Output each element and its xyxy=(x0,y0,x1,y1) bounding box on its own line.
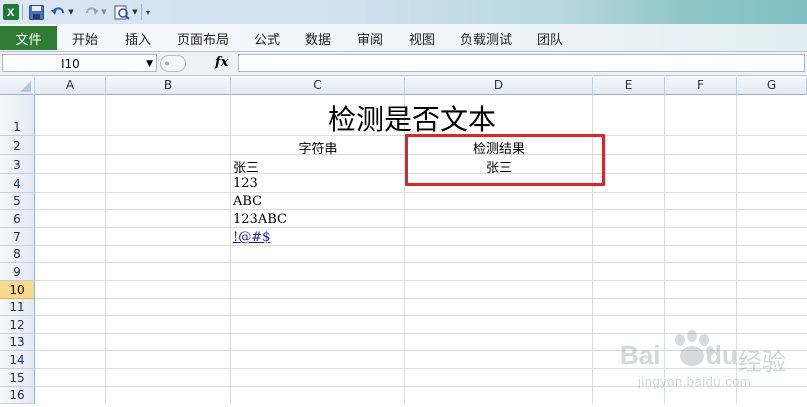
ribbon-tab-bar: 文件 开始 插入 页面布局 公式 数据 审阅 视图 负载测试 团队 xyxy=(0,24,807,52)
redo-icon[interactable] xyxy=(83,4,99,20)
tab-load-test[interactable]: 负载测试 xyxy=(460,29,512,48)
quick-access-toolbar: X ▼ ▼ ▼ ▾ xyxy=(0,0,807,24)
column-header-c[interactable]: C xyxy=(231,77,405,95)
name-box[interactable]: I10 ▼ xyxy=(2,54,157,72)
row-header-8[interactable]: 8 xyxy=(0,246,35,263)
save-icon[interactable] xyxy=(28,4,44,20)
formula-bar: I10 ▼ fx xyxy=(0,52,807,76)
row-header-5[interactable]: 5 xyxy=(0,193,35,210)
cell-c4[interactable]: 123 xyxy=(233,176,258,191)
column-header-g[interactable]: G xyxy=(737,77,807,95)
column-header-b[interactable]: B xyxy=(106,77,231,95)
row-header-13[interactable]: 13 xyxy=(0,334,35,351)
tab-home[interactable]: 开始 xyxy=(72,29,98,48)
print-preview-dropdown-icon[interactable]: ▼ xyxy=(131,4,139,20)
cell-c7-hyperlink[interactable]: !@#$ xyxy=(233,230,270,245)
row-header-6[interactable]: 6 xyxy=(0,210,35,228)
cell-c5[interactable]: ABC xyxy=(233,194,262,209)
cell-c6[interactable]: 123ABC xyxy=(233,212,287,227)
watermark-brand: Bai xyxy=(620,340,661,370)
baidu-jingyan-watermark: Bai du 经验 jingyan.baidu.com xyxy=(614,318,800,404)
column-header-e[interactable]: E xyxy=(593,77,665,95)
tab-view[interactable]: 视图 xyxy=(409,29,435,48)
row-header-7[interactable]: 7 xyxy=(0,228,35,246)
row-header-1[interactable]: 1 xyxy=(0,95,35,136)
cell-c1-title[interactable]: 检测是否文本 xyxy=(231,98,593,138)
excel-logo-icon[interactable]: X xyxy=(3,4,19,20)
row-header-3[interactable]: 3 xyxy=(0,155,35,174)
column-header-a[interactable]: A xyxy=(35,77,106,95)
watermark-product: 经验 xyxy=(738,348,786,376)
watermark-url: jingyan.baidu.com xyxy=(638,374,752,389)
row-header-9[interactable]: 9 xyxy=(0,263,35,281)
tab-insert[interactable]: 插入 xyxy=(125,29,151,48)
tab-review[interactable]: 审阅 xyxy=(357,29,383,48)
insert-function-icon[interactable]: fx xyxy=(215,55,228,70)
print-preview-icon[interactable] xyxy=(114,4,130,20)
row-header-12[interactable]: 12 xyxy=(0,316,35,334)
undo-dropdown-icon[interactable]: ▼ xyxy=(67,4,75,20)
watermark-brand-tail: du xyxy=(706,340,738,370)
row-header-15[interactable]: 15 xyxy=(0,369,35,387)
redo-dropdown-icon[interactable]: ▼ xyxy=(100,4,108,20)
row-header-16[interactable]: 16 xyxy=(0,387,35,404)
cell-c2[interactable]: 字符串 xyxy=(231,138,405,157)
cell-c3[interactable]: 张三 xyxy=(233,157,259,176)
row-header-14[interactable]: 14 xyxy=(0,351,35,369)
tab-team[interactable]: 团队 xyxy=(537,29,563,48)
column-header-f[interactable]: F xyxy=(665,77,737,95)
tab-formulas[interactable]: 公式 xyxy=(254,29,280,48)
formula-input[interactable] xyxy=(238,54,805,72)
select-all-corner[interactable] xyxy=(0,77,35,95)
row-header-2[interactable]: 2 xyxy=(0,136,35,155)
tab-data[interactable]: 数据 xyxy=(305,29,331,48)
tab-file[interactable]: 文件 xyxy=(0,26,57,50)
formula-bar-resize-icon[interactable] xyxy=(160,55,186,72)
tab-page-layout[interactable]: 页面布局 xyxy=(177,29,229,48)
customize-toolbar-icon[interactable]: ▾ xyxy=(143,4,153,20)
undo-icon[interactable] xyxy=(50,4,66,20)
row-header-10[interactable]: 10 xyxy=(0,281,35,299)
row-header-4[interactable]: 4 xyxy=(0,174,35,193)
name-box-dropdown-icon[interactable]: ▼ xyxy=(146,55,153,73)
name-box-value: I10 xyxy=(61,57,80,71)
row-header-11[interactable]: 11 xyxy=(0,299,35,316)
svg-text:X: X xyxy=(7,7,15,19)
highlight-box xyxy=(405,134,605,186)
column-header-d[interactable]: D xyxy=(405,77,593,95)
